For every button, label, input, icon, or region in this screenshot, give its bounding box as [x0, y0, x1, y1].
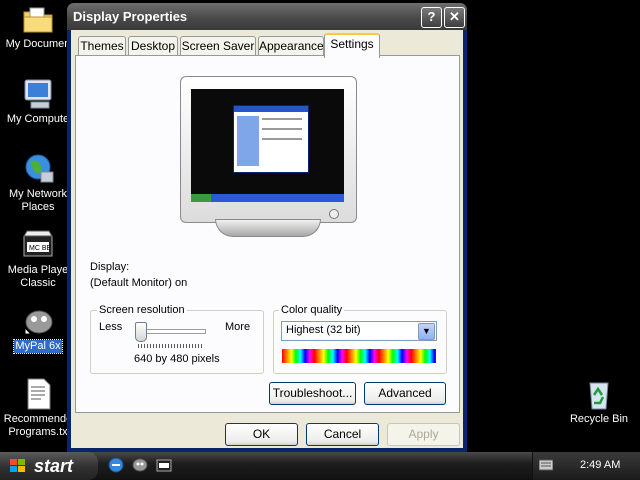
desktop-icon-label: My Network — [8, 188, 68, 200]
resolution-slider-track[interactable] — [138, 329, 206, 334]
desktop-icon-media-player-classic[interactable]: MC BE Media Playe Classic — [1, 228, 75, 290]
media-player-icon: MC BE — [21, 228, 55, 262]
troubleshoot-button[interactable]: Troubleshoot... — [269, 382, 356, 405]
resolution-value: 640 by 480 pixels — [134, 353, 220, 365]
color-quality-value: Highest (32 bit) — [286, 324, 361, 336]
quicklaunch-media-player-icon[interactable] — [156, 457, 172, 473]
resolution-slider-ticks — [138, 344, 204, 348]
close-button[interactable]: ✕ — [444, 7, 465, 28]
tab-appearance[interactable]: Appearance — [258, 36, 324, 56]
tab-settings[interactable]: Settings — [324, 33, 380, 58]
svg-text:MC BE: MC BE — [29, 245, 52, 252]
text-file-icon — [21, 377, 55, 411]
mypal-icon — [21, 304, 55, 338]
desktop-icon-my-computer[interactable]: My Compute — [1, 77, 75, 126]
color-spectrum-preview — [282, 349, 436, 363]
computer-icon — [21, 77, 55, 111]
windows-logo-icon — [10, 459, 26, 473]
desktop-icon-label: My Documen — [5, 38, 71, 50]
cancel-button[interactable]: Cancel — [306, 423, 379, 446]
tab-screen-saver[interactable]: Screen Saver — [180, 36, 256, 56]
monitor-screen — [191, 89, 344, 202]
desktop-icon-label: Programs.tx — [8, 426, 68, 438]
desktop-icon-label: Places — [21, 201, 55, 213]
ok-button[interactable]: OK — [225, 423, 298, 446]
help-button[interactable]: ? — [421, 7, 442, 28]
keyboard-tray-icon[interactable] — [538, 459, 554, 471]
monitor-preview — [180, 76, 357, 223]
window-title: Display Properties — [73, 9, 188, 24]
display-value: (Default Monitor) on — [90, 277, 188, 289]
desktop-icon-recommended-programs[interactable]: Recommende Programs.tx — [1, 377, 75, 439]
desktop-icon-recycle-bin[interactable]: Recycle Bin — [562, 377, 636, 426]
desktop-icon-my-documents[interactable]: My Documen — [1, 2, 75, 51]
folder-documents-icon — [21, 2, 55, 36]
desktop-icon-label: MyPal 6x — [13, 339, 63, 354]
color-quality-title: Color quality — [279, 304, 345, 316]
desktop-icon-label: Classic — [20, 277, 56, 289]
chevron-down-icon[interactable]: ▼ — [418, 323, 435, 340]
power-button-icon — [329, 209, 339, 219]
start-button[interactable]: start — [0, 452, 98, 480]
tab-desktop[interactable]: Desktop — [128, 36, 178, 56]
display-label: Display: — [90, 261, 130, 273]
taskbar-clock[interactable]: 2:49 AM — [580, 459, 620, 471]
title-bar[interactable]: Display Properties ? ✕ — [67, 3, 467, 30]
resolution-slider-thumb[interactable] — [135, 322, 147, 342]
desktop-icon-label: Recommende — [3, 413, 73, 425]
screen-resolution-title: Screen resolution — [97, 304, 187, 316]
desktop-icon-label: Media Playe — [7, 264, 69, 276]
desktop-icon-label: My Compute — [6, 113, 70, 125]
resolution-more-label: More — [225, 321, 251, 333]
preview-window — [233, 105, 309, 173]
advanced-button[interactable]: Advanced — [364, 382, 446, 405]
color-quality-group — [273, 310, 447, 374]
color-quality-select[interactable]: Highest (32 bit) ▼ — [281, 321, 437, 341]
start-label: start — [34, 456, 74, 476]
quicklaunch-browser-icon[interactable] — [108, 457, 124, 473]
network-globe-icon — [21, 152, 55, 186]
desktop-icon-label: Recycle Bin — [569, 413, 629, 425]
desktop-icon-my-network-places[interactable]: My Network Places — [1, 152, 75, 214]
tab-themes[interactable]: Themes — [78, 36, 126, 56]
desktop-icon-mypal[interactable]: MyPal 6x — [1, 304, 75, 354]
apply-button[interactable]: Apply — [387, 423, 460, 446]
resolution-less-label: Less — [99, 321, 123, 333]
quicklaunch-mypal-icon[interactable] — [132, 457, 148, 473]
monitor-stand — [215, 219, 321, 237]
recycle-bin-icon — [582, 377, 616, 411]
